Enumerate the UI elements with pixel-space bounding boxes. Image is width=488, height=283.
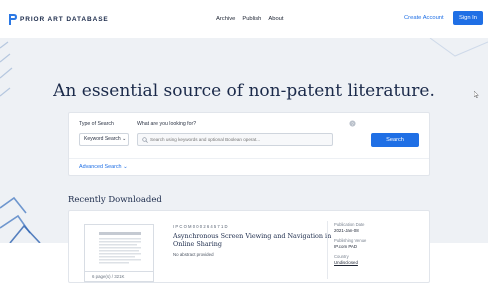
publishing-venue-value: IP.com PAD	[334, 244, 358, 249]
search-input[interactable]	[150, 135, 328, 144]
country-value[interactable]: Undisclosed	[334, 260, 414, 265]
page-count: 6 page(s) / 321K	[85, 271, 153, 281]
publishing-venue-label: Publishing Venue	[334, 238, 367, 243]
chevron-down-icon: ⌄	[122, 136, 127, 142]
advanced-search-label: Advanced Search	[79, 164, 122, 170]
document-thumbnail[interactable]: 6 page(s) / 321K	[84, 224, 154, 282]
search-icon	[142, 137, 148, 143]
search-type-label: Type of Search	[79, 121, 114, 127]
site-logo[interactable]: PRIOR ART DATABASE	[9, 14, 109, 25]
document-page-preview	[93, 229, 147, 269]
country-label: Country	[334, 254, 349, 259]
metadata-divider	[327, 221, 328, 279]
publishing-venue-block: Publishing Venue IP.com PAD	[334, 238, 414, 249]
publication-date-value: 2021-Jan-08	[334, 228, 359, 233]
main-nav: Archive Publish About	[216, 16, 284, 22]
recently-downloaded-heading: Recently Downloaded	[68, 195, 162, 205]
search-query-label: What are you looking for?	[137, 121, 197, 127]
sign-in-button[interactable]: Sign In	[453, 11, 483, 25]
chevron-down-icon: ⌄	[123, 164, 128, 170]
search-card: Type of Search What are you looking for?…	[68, 112, 430, 176]
document-card[interactable]: 6 page(s) / 321K IPCOM000264571D Asynchr…	[68, 210, 430, 283]
search-type-value: Keyword Search	[84, 136, 121, 142]
search-card-divider	[69, 158, 429, 159]
create-account-link[interactable]: Create Account	[404, 15, 444, 21]
search-box[interactable]	[137, 133, 333, 146]
publication-date-label: Publication Date	[334, 222, 365, 227]
nav-publish-link[interactable]: Publish	[242, 16, 261, 22]
page-headline: An essential source of non-patent litera…	[53, 81, 435, 101]
nav-archive-link[interactable]: Archive	[216, 16, 235, 22]
advanced-search-toggle[interactable]: Advanced Search ⌄	[79, 164, 128, 170]
search-type-select[interactable]: Keyword Search ⌄	[79, 133, 129, 146]
logo-icon	[9, 14, 17, 25]
help-icon[interactable]: ?	[349, 120, 356, 127]
country-block: Country Undisclosed	[334, 254, 414, 265]
publication-date-block: Publication Date 2021-Jan-08	[334, 222, 414, 233]
document-title-link[interactable]: Asynchronous Screen Viewing and Navigati…	[173, 232, 338, 248]
top-navigation: PRIOR ART DATABASE Archive Publish About…	[0, 0, 488, 39]
logo-text: PRIOR ART DATABASE	[20, 16, 109, 23]
search-button[interactable]: Search	[371, 133, 419, 147]
document-abstract: No abstract provided	[173, 252, 214, 257]
nav-about-link[interactable]: About	[268, 16, 283, 22]
hero-section: An essential source of non-patent litera…	[0, 38, 488, 283]
document-id: IPCOM000264571D	[173, 224, 229, 229]
mouse-cursor-icon	[474, 91, 479, 98]
